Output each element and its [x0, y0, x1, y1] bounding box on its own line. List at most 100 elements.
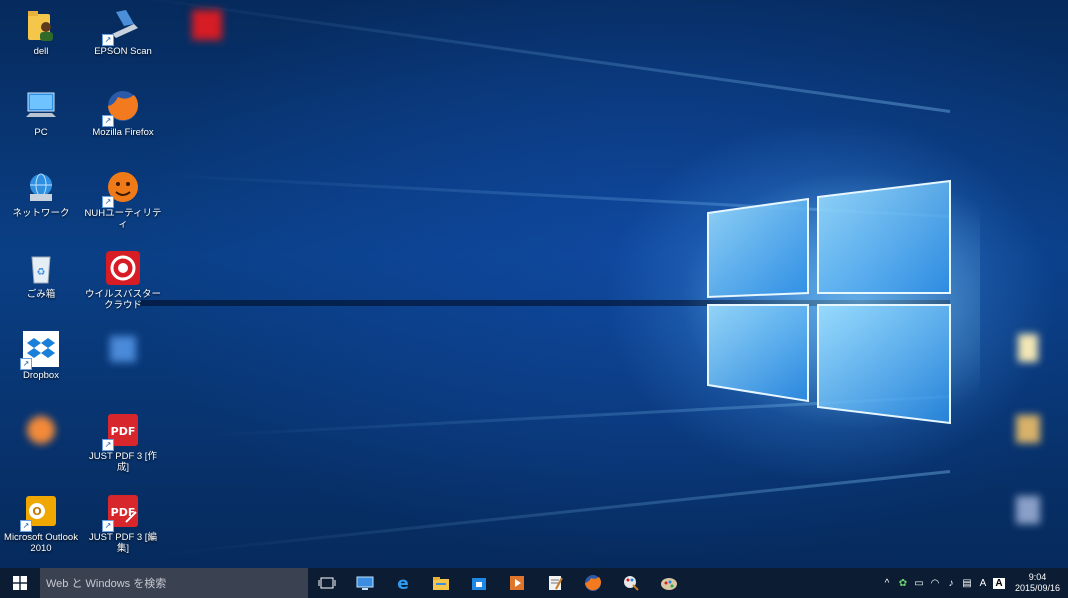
desktop-icon-outlook[interactable]: O ↗ Microsoft Outlook 2010 [0, 492, 82, 554]
network-status-button[interactable]: ◠ [927, 568, 943, 598]
taskbar-app-store[interactable] [460, 568, 498, 598]
shortcut-arrow-icon: ↗ [102, 196, 114, 208]
icon-label [0, 451, 82, 462]
desktop-icon-virusbuster[interactable]: ウイルスバスター クラウド [82, 249, 164, 311]
shortcut-arrow-icon: ↗ [102, 439, 114, 451]
icon-label: JUST PDF 3 [編集] [89, 532, 157, 554]
icon-label: NUHユーティリティ [84, 208, 162, 230]
search-input[interactable]: Web と Windows を検索 [40, 568, 308, 598]
dropbox-icon: ↗ [20, 330, 60, 370]
taskbar-app-paint[interactable] [650, 568, 688, 598]
start-button[interactable] [0, 568, 40, 598]
adobe-tray-button[interactable]: A [991, 568, 1007, 598]
pdf-edit-icon: PDF ↗ [102, 492, 142, 532]
system-tray: ^ ✿ ▭ ◠ ♪ ▤ A A 9:04 2015/09/16 [879, 568, 1068, 598]
shortcut-arrow-icon: ↗ [20, 520, 32, 532]
icon-label: ごみ箱 [26, 289, 56, 300]
blurred-app-icon [22, 411, 60, 449]
shortcut-arrow-icon: ↗ [102, 520, 114, 532]
firefox-icon: ↗ [102, 87, 142, 127]
taskbar-app-edge[interactable]: e [384, 568, 422, 598]
icon-label: Microsoft Outlook 2010 [4, 532, 78, 554]
edge-icon: e [397, 574, 409, 592]
show-hidden-icons-button[interactable]: ^ [879, 568, 895, 598]
outlook-icon: O ↗ [20, 492, 60, 532]
desktop-icon-epson-scan[interactable]: ↗ EPSON Scan [82, 6, 164, 57]
volume-button[interactable]: ♪ [943, 568, 959, 598]
desktop[interactable]: dell PC ネットワーク ♻ ごみ箱 ↗ Dropbox O ↗ Micro… [0, 0, 1068, 568]
taskbar-app-remote-desktop[interactable] [346, 568, 384, 598]
desktop-icon-dropbox[interactable]: ↗ Dropbox [0, 330, 82, 381]
notification-icon: ▤ [962, 577, 972, 589]
search-placeholder: Web と Windows を検索 [46, 578, 167, 590]
icon-label [986, 532, 1068, 543]
taskbar-app-paint-tool[interactable] [612, 568, 650, 598]
blurred-app-icon [1008, 492, 1046, 530]
windows-start-icon [13, 576, 27, 590]
ime-mode-label: A [979, 577, 987, 589]
desktop-icon-blurred[interactable] [166, 6, 248, 57]
light-beam [164, 470, 951, 556]
taskbar-app-firefox[interactable] [574, 568, 612, 598]
icon-label [82, 370, 164, 381]
battery-button[interactable]: ▭ [911, 568, 927, 598]
notepad-icon [549, 576, 563, 590]
task-view-button[interactable] [308, 568, 346, 598]
svg-text:♻: ♻ [37, 267, 46, 278]
icon-label [986, 451, 1068, 462]
blurred-app-icon [1008, 411, 1046, 449]
icon-label: JUST PDF 3 [作成] [89, 451, 157, 473]
icon-label: EPSON Scan [94, 46, 152, 57]
adobe-icon: A [993, 577, 1005, 589]
taskbar-app-media-player[interactable] [498, 568, 536, 598]
tray-app-icon: ✿ [898, 577, 908, 589]
light-beam [127, 0, 951, 113]
desktop-icon-dell[interactable]: dell [0, 6, 82, 57]
icon-label [166, 46, 248, 57]
desktop-icon-network[interactable]: ネットワーク [0, 168, 82, 219]
user-folder-icon [22, 6, 60, 44]
file-explorer-icon [433, 577, 449, 590]
nuh-utility-icon: ↗ [102, 168, 142, 208]
virusbuster-icon [104, 249, 142, 287]
paint-tool-icon [624, 576, 639, 591]
shortcut-arrow-icon: ↗ [20, 358, 32, 370]
store-icon [472, 578, 486, 590]
desktop-icon-just-pdf-edit[interactable]: PDF ↗ JUST PDF 3 [編集] [82, 492, 164, 554]
desktop-icon-pc[interactable]: PC [0, 87, 82, 138]
desktop-icon-blurred[interactable] [986, 411, 1068, 462]
shortcut-arrow-icon: ↗ [102, 34, 114, 46]
icon-label: dell [33, 46, 49, 57]
scanner-icon: ↗ [102, 6, 142, 46]
action-center-button[interactable]: ▤ [959, 568, 975, 598]
paint-palette-icon [661, 578, 677, 590]
taskbar: Web と Windows を検索 e ^ ✿ ▭ ◠ ♪ ▤ A A 9:04 [0, 568, 1068, 598]
desktop-icon-blurred[interactable] [986, 492, 1068, 543]
clock-date: 2015/09/16 [1014, 583, 1060, 593]
windows-logo-wallpaper [707, 179, 951, 425]
desktop-icon-blurred[interactable] [82, 330, 164, 381]
taskbar-app-file-explorer[interactable] [422, 568, 460, 598]
svg-text:O: O [32, 505, 41, 518]
tray-app-button[interactable]: ✿ [895, 568, 911, 598]
blurred-app-icon [1008, 330, 1046, 368]
desktop-icon-just-pdf-create[interactable]: PDF ↗ JUST PDF 3 [作成] [82, 411, 164, 473]
task-view-icon [318, 577, 336, 589]
ime-mode-button[interactable]: A [975, 568, 991, 598]
svg-text:PDF: PDF [111, 425, 136, 438]
chevron-up-icon: ^ [884, 577, 890, 589]
recycle-bin-icon: ♻ [22, 249, 60, 287]
taskbar-app-notepad[interactable] [536, 568, 574, 598]
svg-text:e: e [397, 574, 409, 592]
desktop-icon-nuh-utility[interactable]: ↗ NUHユーティリティ [82, 168, 164, 230]
blurred-app-icon [104, 330, 142, 368]
shortcut-arrow-icon: ↗ [102, 115, 114, 127]
remote-desktop-icon [356, 576, 374, 590]
pdf-create-icon: PDF ↗ [102, 411, 142, 451]
desktop-icon-blurred[interactable] [986, 330, 1068, 381]
battery-icon: ▭ [914, 577, 924, 589]
desktop-icon-firefox[interactable]: ↗ Mozilla Firefox [82, 87, 164, 138]
clock[interactable]: 9:04 2015/09/16 [1007, 572, 1068, 594]
desktop-icon-recycle-bin[interactable]: ♻ ごみ箱 [0, 249, 82, 300]
desktop-icon-blurred[interactable] [0, 411, 82, 462]
